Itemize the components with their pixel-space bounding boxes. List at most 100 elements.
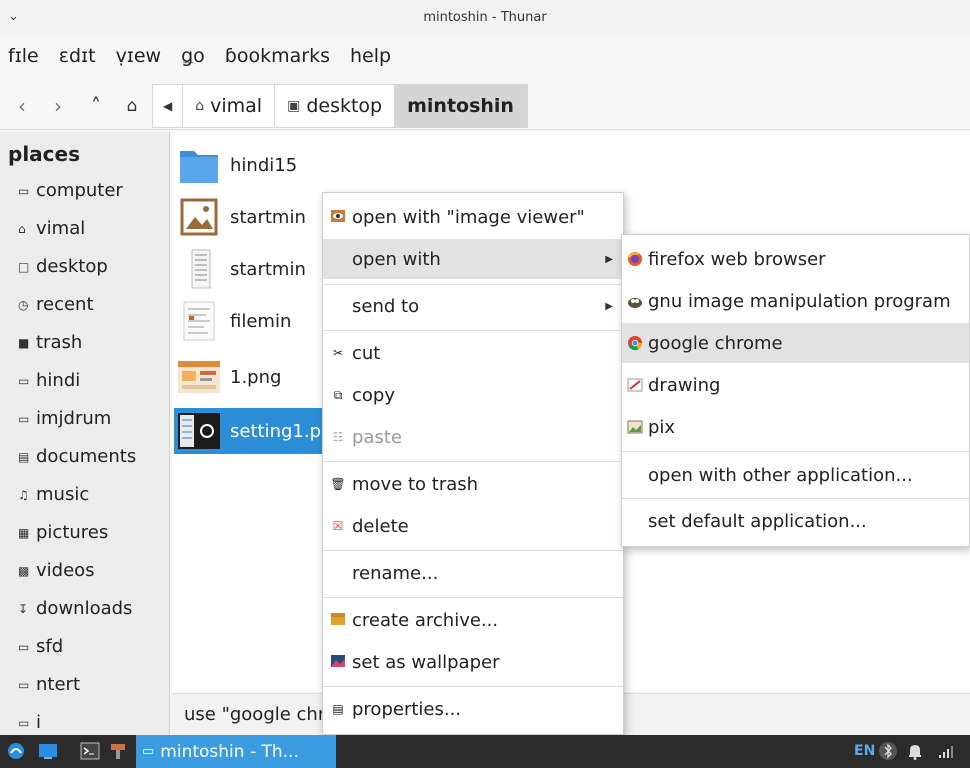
sidebar-item-label: i	[36, 712, 42, 733]
submenu-item-pix[interactable]: pix	[622, 407, 969, 447]
network-signal-icon[interactable]	[936, 741, 956, 761]
sidebar-item-trash[interactable]: ■ trash	[18, 332, 82, 353]
sidebar-item-sfd[interactable]: ▭ sfd	[18, 636, 63, 657]
bluetooth-icon[interactable]	[878, 741, 898, 761]
menu-item-label: send to	[352, 295, 420, 317]
menu-bookmarks[interactable]: ɓookmarks	[225, 45, 330, 67]
paste-icon: ☷	[332, 430, 344, 444]
sidebar-item-music[interactable]: ♫ music	[18, 484, 89, 505]
submenu-item-gimp[interactable]: gnu image manipulation program	[622, 281, 969, 321]
keyboard-layout-indicator[interactable]: EN	[854, 743, 875, 759]
menu-item-copy[interactable]: ⧉ copy	[323, 375, 623, 415]
menu-separator	[323, 686, 623, 687]
menu-help[interactable]: help	[350, 45, 391, 67]
menu-item-delete[interactable]: ☒ delete	[323, 506, 623, 546]
submenu-item-drawing[interactable]: drawing	[622, 365, 969, 405]
menu-go[interactable]: ǥo	[181, 45, 205, 67]
menu-file[interactable]: fɪle	[8, 45, 39, 67]
file-name: setting1.p	[230, 420, 322, 442]
sidebar-item-label: documents	[36, 446, 137, 467]
sidebar-item-hindi[interactable]: ▭ hindi	[18, 370, 80, 391]
path-crumb-current[interactable]: mintoshin	[395, 85, 527, 127]
sidebar-item-recent[interactable]: ◷ recent	[18, 294, 94, 315]
taskbar: ▭ mintoshin - Th... EN	[0, 735, 970, 768]
menu-separator	[323, 597, 623, 598]
menu-item-rename[interactable]: rename...	[323, 553, 623, 593]
menu-item-cut[interactable]: ✂ cut	[323, 333, 623, 373]
properties-icon: ▤	[332, 702, 344, 716]
music-icon: ♫	[18, 487, 29, 502]
parent-folder-up-icon[interactable]: ˄	[84, 94, 108, 118]
submenu-item-label: google chrome	[648, 332, 783, 354]
path-crumb-home[interactable]: ⌂ vimal	[183, 85, 276, 127]
file-item-selected[interactable]: setting1.p	[174, 408, 324, 454]
forward-arrow-icon[interactable]: ›	[46, 94, 70, 118]
submenu-item-open-with-other[interactable]: open with other application...	[622, 455, 969, 495]
crumb-label: desktop	[306, 95, 383, 117]
menu-item-send-to[interactable]: send to ▶	[323, 286, 623, 326]
folder-icon: ▭	[142, 744, 155, 759]
start-menu-icon[interactable]	[6, 741, 26, 761]
sidebar-item-label: computer	[36, 180, 123, 201]
file-item[interactable]: startmin	[174, 246, 306, 292]
image-viewer-icon	[330, 209, 346, 225]
menu-item-set-as-wallpaper[interactable]: set as wallpaper	[323, 642, 623, 682]
menu-item-paste[interactable]: ☷ paste	[323, 417, 623, 457]
menu-item-create-archive[interactable]: create archive...	[323, 600, 623, 640]
sidebar-item-i[interactable]: ▭ i	[18, 712, 41, 733]
menu-view[interactable]: ṿɪew	[116, 45, 162, 67]
file-manager-launcher-icon[interactable]	[108, 741, 128, 761]
path-scroll-left-icon[interactable]: ◀	[153, 85, 184, 127]
show-desktop-icon[interactable]	[38, 741, 58, 761]
terminal-icon[interactable]	[80, 741, 100, 761]
menu-edit[interactable]: ɛdɪt	[59, 45, 96, 67]
sidebar-item-home[interactable]: ⌂ vimal	[18, 218, 85, 239]
submenu-item-label: pix	[648, 416, 676, 438]
menu-item-label: open with	[352, 248, 441, 270]
file-item[interactable]: startmin	[174, 194, 306, 240]
path-crumb-desktop[interactable]: ▣ desktop	[275, 85, 396, 127]
menu-item-move-to-trash[interactable]: 🗑 move to trash	[323, 464, 623, 504]
menu-item-open-with[interactable]: open with ▶	[323, 239, 623, 279]
menu-bar: fɪle ɛdɪt ṿɪew ǥo ɓookmarks help	[0, 38, 970, 74]
file-name: hindi15	[230, 154, 298, 176]
home-icon[interactable]: ⌂	[120, 96, 144, 116]
folder-icon: ▭	[18, 373, 30, 388]
notifications-bell-icon[interactable]	[905, 741, 925, 761]
sidebar-item-desktop[interactable]: □ desktop	[18, 256, 108, 277]
sidebar-item-downloads[interactable]: ↧ downloads	[18, 598, 132, 619]
pix-icon	[627, 420, 643, 434]
folder-icon: ▭	[18, 639, 30, 654]
taskbar-task-label: mintoshin - Th...	[160, 741, 299, 762]
sidebar-item-computer[interactable]: ▭ computer	[18, 180, 123, 201]
sidebar-item-documents[interactable]: ▤ documents	[18, 446, 136, 467]
home-icon: ⌂	[195, 98, 205, 114]
submenu-item-set-default[interactable]: set default application...	[622, 501, 969, 541]
sidebar-item-label: videos	[36, 560, 95, 581]
sidebar-item-ntert[interactable]: ▭ ntert	[18, 674, 80, 695]
chrome-icon	[628, 336, 643, 351]
image-thumbnail-icon	[178, 361, 220, 393]
submenu-item-google-chrome[interactable]: google chrome	[622, 323, 969, 363]
file-name: filemin	[230, 310, 292, 332]
file-item[interactable]: 1.png	[174, 354, 281, 400]
folder-icon: ▭	[18, 411, 30, 426]
taskbar-task-thunar[interactable]: ▭ mintoshin - Th...	[136, 735, 336, 768]
sidebar-item-label: downloads	[36, 598, 133, 619]
file-item[interactable]: hindi15	[174, 142, 297, 188]
image-file-icon	[180, 198, 218, 236]
back-arrow-icon[interactable]: ‹	[10, 94, 34, 118]
sidebar-item-imjdrum[interactable]: ▭ imjdrum	[18, 408, 111, 429]
submenu-item-firefox[interactable]: firefox web browser	[622, 239, 969, 279]
open-with-submenu: firefox web browser gnu image manipulati…	[621, 234, 970, 547]
menu-item-label: rename...	[352, 562, 439, 584]
sidebar-item-pictures[interactable]: ▦ pictures	[18, 522, 108, 543]
menu-separator	[323, 284, 623, 285]
screenshot-thumbnail-icon	[191, 249, 211, 289]
file-item[interactable]: filemin	[174, 298, 291, 344]
menu-item-properties[interactable]: ▤ properties...	[323, 689, 623, 729]
menu-item-open-with-image-viewer[interactable]: open with "image viewer"	[323, 197, 623, 237]
sidebar-item-label: hindi	[36, 370, 81, 391]
sidebar-item-videos[interactable]: ▩ videos	[18, 560, 95, 581]
firefox-icon	[628, 252, 642, 266]
